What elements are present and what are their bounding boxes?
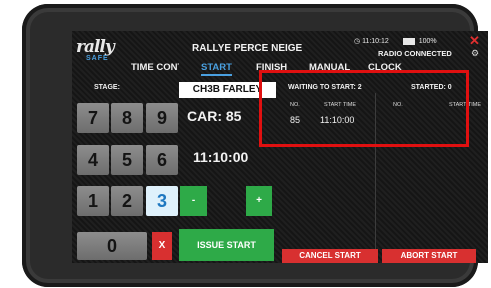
keypad-0[interactable]: 0 bbox=[77, 232, 147, 260]
app-title: RALLYE PERCE NEIGE bbox=[192, 43, 303, 54]
increment-button[interactable]: + bbox=[246, 186, 272, 216]
keypad-9[interactable]: 9 bbox=[146, 103, 178, 133]
stage-label: STAGE: bbox=[94, 84, 120, 91]
keypad-2[interactable]: 2 bbox=[111, 186, 143, 216]
keypad-6[interactable]: 6 bbox=[146, 145, 178, 175]
start-time-display: 11:10:00 bbox=[193, 149, 249, 165]
rally-logo: rally SAFE bbox=[76, 37, 124, 67]
battery-level: 100% bbox=[418, 38, 437, 45]
close-icon[interactable]: ✕ bbox=[469, 33, 480, 49]
keypad-5[interactable]: 5 bbox=[111, 145, 143, 175]
clock-icon: ◷ bbox=[354, 38, 361, 45]
tab-start[interactable]: START bbox=[201, 62, 232, 76]
logo-text: rally bbox=[76, 37, 115, 57]
keypad-1[interactable]: 1 bbox=[77, 186, 109, 216]
cancel-start-button[interactable]: CANCEL START bbox=[282, 249, 378, 263]
keypad-8[interactable]: 8 bbox=[111, 103, 143, 133]
clear-button[interactable]: X bbox=[152, 232, 172, 260]
annotation-highlight-box bbox=[259, 70, 469, 147]
issue-start-button[interactable]: ISSUE START bbox=[179, 229, 274, 261]
gear-icon[interactable]: ⚙ bbox=[471, 48, 479, 59]
keypad-4[interactable]: 4 bbox=[77, 145, 109, 175]
keypad-3[interactable]: 3 bbox=[146, 186, 178, 216]
keypad-7[interactable]: 7 bbox=[77, 103, 109, 133]
status-bar: ◷ 11:10:12 100% bbox=[354, 37, 437, 45]
abort-start-button[interactable]: ABORT START bbox=[382, 249, 476, 263]
tab-time-control[interactable]: TIME CONTROL bbox=[131, 62, 179, 73]
decrement-button[interactable]: - bbox=[180, 186, 207, 216]
car-number: CAR: 85 bbox=[187, 108, 242, 124]
radio-status: RADIO CONNECTED bbox=[378, 49, 452, 58]
logo-subtext: SAFE bbox=[86, 55, 109, 62]
status-time: 11:10:12 bbox=[362, 38, 389, 45]
app-screen: rally SAFE RALLYE PERCE NEIGE ◷ 11:10:12… bbox=[72, 31, 488, 263]
battery-icon bbox=[402, 37, 415, 45]
